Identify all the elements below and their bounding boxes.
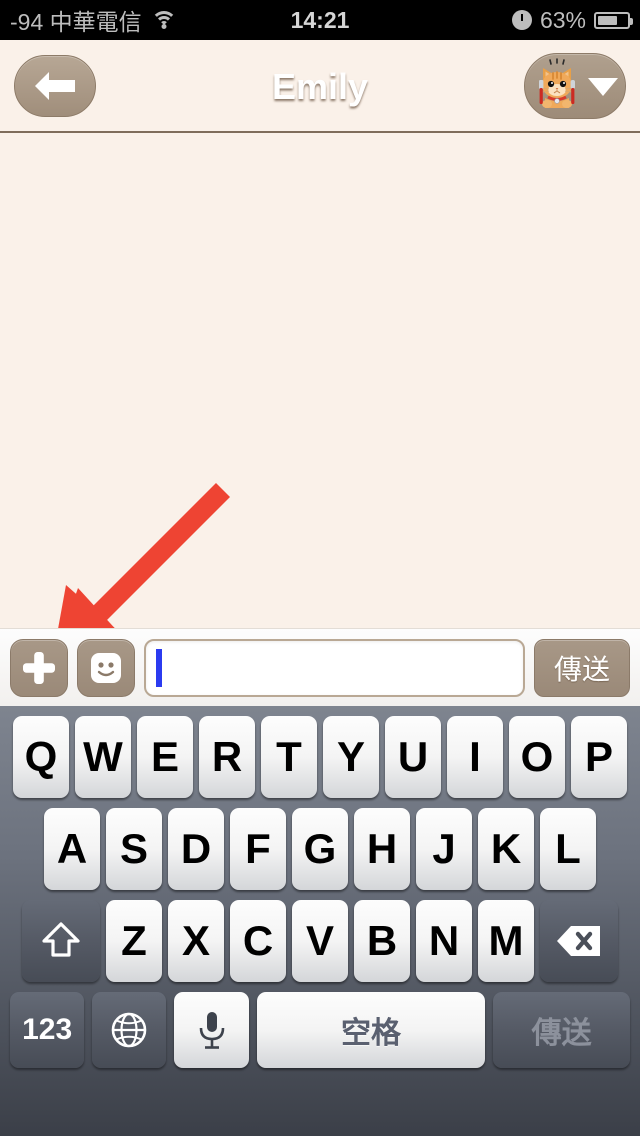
send-button[interactable]: 傳送 [534, 638, 630, 697]
sticker-button[interactable] [77, 638, 135, 697]
phone-screen: -94 中華電信 14:21 63% Emily 傳送 Q W E R T Y … [0, 0, 640, 1136]
keyboard-row-2: A S D F G H J K L [0, 808, 640, 890]
key-v[interactable]: V [292, 900, 348, 982]
key-o[interactable]: O [509, 716, 565, 798]
key-l[interactable]: L [540, 808, 596, 890]
key-k[interactable]: K [478, 808, 534, 890]
key-f[interactable]: F [230, 808, 286, 890]
key-r[interactable]: R [199, 716, 255, 798]
keyboard-row-1: Q W E R T Y U I O P [0, 716, 640, 798]
send-button-label: 傳送 [553, 653, 610, 685]
key-w[interactable]: W [75, 716, 131, 798]
battery-icon [594, 11, 633, 29]
smiley-face-icon [91, 652, 121, 683]
key-d[interactable]: D [168, 808, 224, 890]
keyboard-send-key[interactable]: 傳送 [493, 992, 631, 1068]
message-text-input[interactable] [144, 638, 525, 697]
status-bar-right: 63% [511, 6, 633, 34]
globe-icon [112, 1012, 147, 1048]
key-a[interactable]: A [44, 808, 100, 890]
language-key[interactable] [92, 992, 167, 1068]
key-y[interactable]: Y [323, 716, 379, 798]
key-p[interactable]: P [571, 716, 627, 798]
message-list[interactable] [0, 133, 640, 628]
numeric-key[interactable]: 123 [10, 992, 85, 1068]
alarm-clock-icon [511, 10, 532, 30]
key-c[interactable]: C [230, 900, 286, 982]
shift-key[interactable] [22, 900, 100, 982]
keyboard-send-label: 傳送 [531, 1017, 592, 1050]
plus-button[interactable] [10, 638, 68, 697]
key-h[interactable]: H [354, 808, 410, 890]
dictation-key[interactable] [174, 992, 249, 1068]
key-i[interactable]: I [447, 716, 503, 798]
key-e[interactable]: E [137, 716, 193, 798]
chevron-down-icon [588, 78, 618, 96]
keyboard-row-3: Z X C V B N M [0, 900, 640, 982]
microphone-icon [199, 1012, 224, 1049]
backspace-key[interactable] [540, 900, 618, 982]
plus-icon [23, 651, 55, 684]
key-q[interactable]: Q [13, 716, 69, 798]
avatar-dropdown-button[interactable] [524, 53, 626, 119]
key-b[interactable]: B [354, 900, 410, 982]
backspace-icon [557, 926, 600, 956]
battery-percent-label: 63% [539, 6, 586, 33]
key-t[interactable]: T [261, 716, 317, 798]
nav-title-label: Emily [271, 65, 369, 107]
key-n[interactable]: N [416, 900, 472, 982]
keyboard-row-4: 123 空格 傳送 [0, 992, 640, 1068]
status-bar: -94 中華電信 14:21 63% [0, 0, 640, 40]
navigation-bar: Emily [0, 40, 640, 133]
space-key-label: 空格 [340, 1017, 401, 1050]
key-s[interactable]: S [106, 808, 162, 890]
key-z[interactable]: Z [106, 900, 162, 982]
key-j[interactable]: J [416, 808, 472, 890]
cat-avatar-icon [539, 58, 575, 108]
message-input-bar: 傳送 [0, 628, 640, 706]
key-m[interactable]: M [478, 900, 534, 982]
shift-arrow-icon [42, 922, 80, 957]
key-g[interactable]: G [292, 808, 348, 890]
text-cursor [156, 648, 162, 687]
virtual-keyboard: Q W E R T Y U I O P A S D F G H J K L Z … [0, 706, 640, 1136]
numeric-key-label: 123 [22, 1013, 73, 1046]
space-key[interactable]: 空格 [256, 992, 486, 1068]
key-u[interactable]: U [385, 716, 441, 798]
clock-label: 14:21 [290, 6, 350, 33]
key-x[interactable]: X [168, 900, 224, 982]
